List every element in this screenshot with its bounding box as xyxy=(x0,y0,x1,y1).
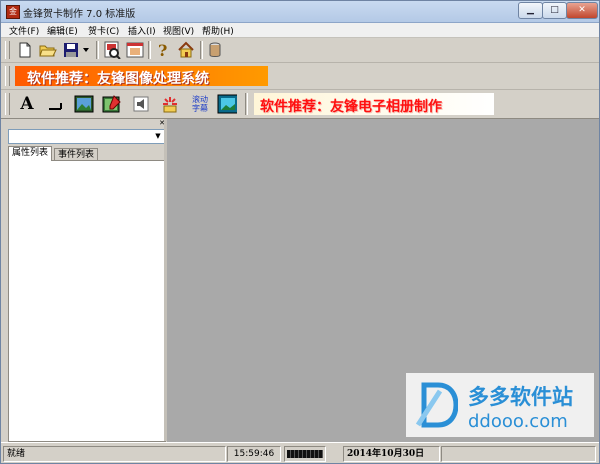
toolbar-grip[interactable] xyxy=(5,93,10,115)
home-icon[interactable] xyxy=(176,40,196,60)
main-toolbar: ? xyxy=(1,38,599,63)
menu-insert[interactable]: 插入(I) xyxy=(128,24,156,37)
preview-card-icon[interactable] xyxy=(102,40,122,60)
open-folder-icon[interactable] xyxy=(38,40,58,60)
menu-card[interactable]: 贺卡(C) xyxy=(88,24,119,37)
toolbar-separator xyxy=(200,41,203,59)
status-cell-empty xyxy=(441,446,596,462)
watermark: 多多软件站 ddooo.com xyxy=(406,373,594,437)
status-date: 2014年10月30日 xyxy=(343,446,440,462)
close-button[interactable]: ✕ xyxy=(566,2,598,19)
new-file-icon[interactable] xyxy=(15,40,35,60)
object-selector[interactable]: ▼ xyxy=(8,129,165,144)
watermark-url: ddooo.com xyxy=(468,411,568,432)
status-time: 15:59:46 xyxy=(227,446,281,462)
toolbar-grip[interactable] xyxy=(5,41,10,59)
line-icon[interactable] xyxy=(45,94,65,114)
window-title: 金锋贺卡制作 7.0 标准版 xyxy=(23,9,136,20)
menu-edit[interactable]: 编辑(E) xyxy=(47,24,78,37)
fireworks-icon[interactable] xyxy=(160,94,180,114)
status-bar: 就绪 15:59:46 2014年10月30日 xyxy=(1,442,599,463)
card-window-icon[interactable] xyxy=(125,40,145,60)
menu-view[interactable]: 视图(V) xyxy=(163,24,194,37)
image-icon[interactable] xyxy=(74,94,94,114)
text-icon[interactable]: A xyxy=(17,94,37,114)
toolbar-separator xyxy=(96,41,99,59)
menu-file[interactable]: 文件(F) xyxy=(9,24,39,37)
dropdown-arrow-icon[interactable] xyxy=(81,40,91,60)
menu-help[interactable]: 帮助(H) xyxy=(202,24,234,37)
edit-image-icon[interactable] xyxy=(102,94,122,114)
ad-toolbar-1: 软件推荐：友锋图像处理系统 xyxy=(1,63,599,90)
help-icon[interactable]: ? xyxy=(153,40,173,60)
ddooo-logo-icon xyxy=(415,382,458,428)
properties-list[interactable] xyxy=(8,160,166,442)
minimize-button[interactable]: ▁ xyxy=(518,2,543,19)
app-icon[interactable]: 金 xyxy=(6,5,20,19)
toolbar-grip[interactable] xyxy=(5,66,10,86)
ad-banner-photo-album[interactable]: 软件推荐：友锋电子相册制作 xyxy=(254,93,494,115)
sound-icon[interactable] xyxy=(131,94,151,114)
status-text: 就绪 xyxy=(3,446,226,462)
chevron-down-icon[interactable]: ▼ xyxy=(152,130,164,143)
watermark-title: 多多软件站 xyxy=(468,385,573,409)
tab-properties[interactable]: 属性列表 xyxy=(8,146,53,161)
menu-bar: 文件(F) 编辑(E) 贺卡(C) 插入(I) 视图(V) 帮助(H) xyxy=(1,23,599,38)
insert-toolbar: A 滚动 字幕 软件推荐：友锋电子相册制作 xyxy=(1,90,599,119)
database-icon[interactable] xyxy=(205,40,225,60)
app-window: 金 金锋贺卡制作 7.0 标准版 ▁ □ ✕ 文件(F) 编辑(E) 贺卡(C)… xyxy=(0,0,600,464)
scroll-caption-icon[interactable]: 滚动 字幕 xyxy=(187,93,213,115)
save-disk-icon[interactable] xyxy=(61,40,81,60)
picture-frame-icon[interactable] xyxy=(217,94,237,114)
ad-banner-image-processing[interactable]: 软件推荐：友锋图像处理系统 xyxy=(15,66,268,87)
title-bar[interactable]: 金 金锋贺卡制作 7.0 标准版 ▁ □ ✕ xyxy=(1,1,599,23)
toolbar-separator xyxy=(245,93,248,115)
svg-text:?: ? xyxy=(158,41,167,59)
toolbar-separator xyxy=(148,41,151,59)
maximize-button[interactable]: □ xyxy=(542,2,567,19)
properties-panel: ✕ ▼ 属性列表 事件列表 xyxy=(5,119,166,442)
status-indicator xyxy=(284,446,326,462)
